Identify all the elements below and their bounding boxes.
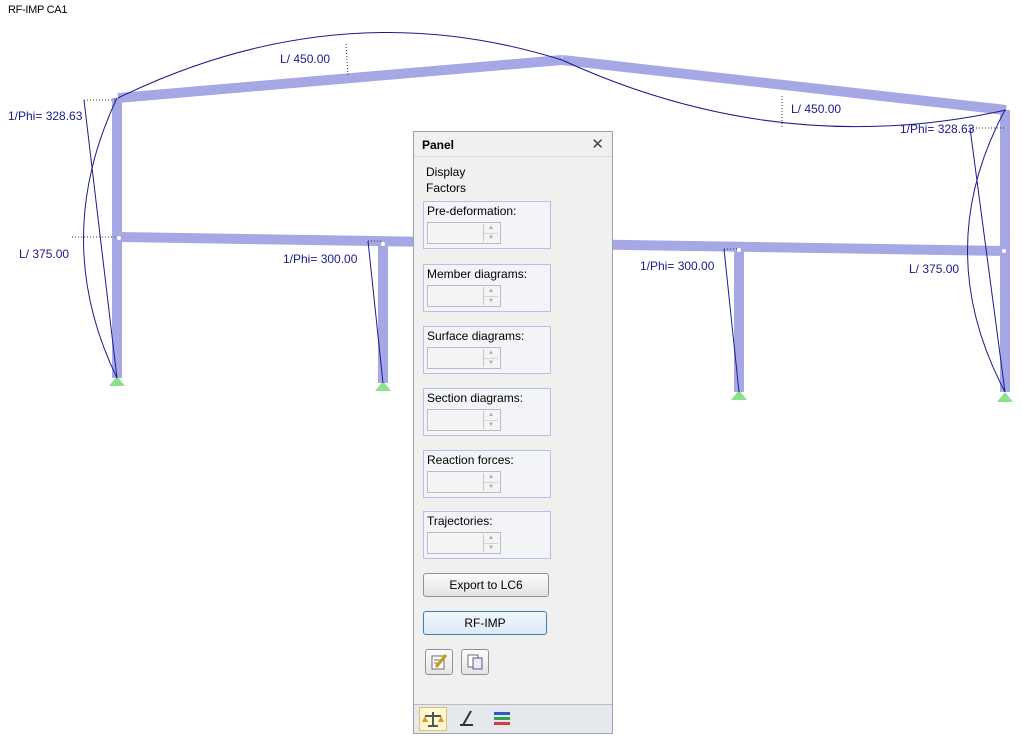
factors-label: Factors [426,181,467,195]
close-icon[interactable]: ✕ [591,135,604,153]
spin-down-icon[interactable]: ▼ [484,234,498,243]
display-label: Display [426,165,466,179]
node [1002,249,1006,253]
surface-diagrams-group: Surface diagrams: ▲ ▼ [423,326,551,374]
node [737,248,741,252]
section-diagrams-stepper[interactable]: ▲ ▼ [427,409,501,431]
label-inner-left-phi: 1/Phi= 300.00 [283,252,358,266]
label-inner-right-phi: 1/Phi= 300.00 [640,259,715,273]
pointer-icon[interactable] [454,707,482,731]
edit-icon[interactable] [425,649,453,675]
label-right-rafter: L/ 450.00 [791,102,841,116]
label-right-column: L/ 375.00 [909,262,959,276]
surface-diagrams-stepper[interactable]: ▲ ▼ [427,347,501,369]
export-button[interactable]: Export to LC6 [423,573,549,597]
right-rafter [561,55,1007,115]
trajectories-stepper[interactable]: ▲ ▼ [427,532,501,554]
label-left-rafter: L/ 450.00 [280,52,330,66]
node [117,236,121,240]
rf-imp-button[interactable]: RF-IMP [423,611,547,635]
group-label: Pre-deformation: [427,204,517,218]
spin-down-icon[interactable]: ▼ [484,483,498,492]
member-diagrams-group: Member diagrams: ▲ ▼ [423,264,551,312]
label-left-column: L/ 375.00 [19,247,69,261]
control-panel: Panel ✕ Display Factors Pre-deformation:… [413,131,613,734]
member-diagrams-stepper[interactable]: ▲ ▼ [427,285,501,307]
spin-up-icon[interactable]: ▲ [484,349,498,359]
panel-header: Panel ✕ [414,132,612,157]
group-label: Surface diagrams: [427,329,525,343]
group-label: Trajectories: [427,514,493,528]
section-diagrams-group: Section diagrams: ▲ ▼ [423,388,551,436]
spin-up-icon[interactable]: ▲ [484,411,498,421]
label-right-phi: 1/Phi= 328.63 [900,122,975,136]
left-rafter [117,55,563,103]
group-label: Reaction forces: [427,453,514,467]
support-icon [997,392,1013,402]
reaction-forces-group: Reaction forces: ▲ ▼ [423,450,551,498]
pre-deformation-stepper[interactable]: ▲ ▼ [427,222,501,244]
scale-icon[interactable] [419,707,447,731]
node [381,242,385,246]
group-label: Member diagrams: [427,267,528,281]
panel-tabs [414,704,612,733]
spin-up-icon[interactable]: ▲ [484,534,498,544]
spin-down-icon[interactable]: ▼ [484,421,498,430]
spin-down-icon[interactable]: ▼ [484,359,498,368]
spin-down-icon[interactable]: ▼ [484,544,498,553]
group-label: Section diagrams: [427,391,524,405]
spin-up-icon[interactable]: ▲ [484,473,498,483]
spin-up-icon[interactable]: ▲ [484,224,498,234]
pre-deformation-group: Pre-deformation: ▲ ▼ [423,201,551,249]
copy-icon[interactable] [461,649,489,675]
reaction-forces-stepper[interactable]: ▲ ▼ [427,471,501,493]
color-bars-icon[interactable] [489,707,517,731]
spin-down-icon[interactable]: ▼ [484,297,498,306]
panel-title: Panel [422,138,455,152]
spin-up-icon[interactable]: ▲ [484,287,498,297]
trajectories-group: Trajectories: ▲ ▼ [423,511,551,559]
label-left-phi: 1/Phi= 328.63 [8,109,83,123]
